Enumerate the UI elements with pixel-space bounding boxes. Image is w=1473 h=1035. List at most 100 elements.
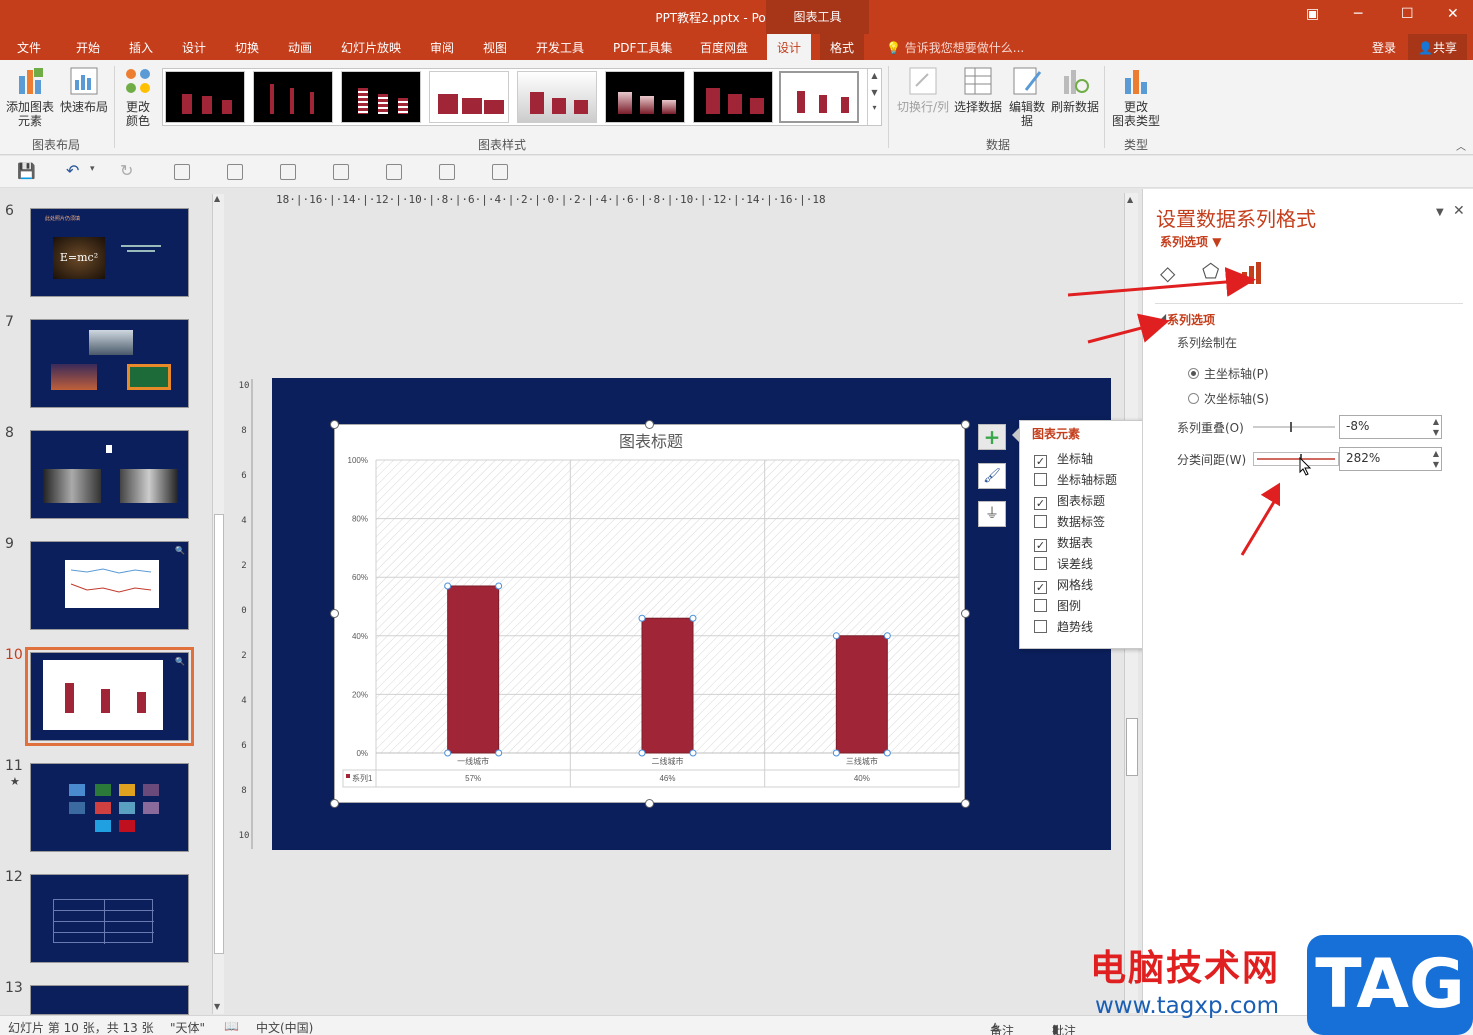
chart-style-7[interactable] [693,71,773,123]
chart-styles-brush-button[interactable]: 🖌 [978,463,1006,489]
pane-options-icon[interactable]: ▼ [1436,207,1444,218]
resize-handle[interactable] [961,420,970,429]
series-options-bar-icon[interactable] [1241,262,1263,284]
redo-icon[interactable]: ↻ [120,161,133,180]
share-button[interactable]: 👤共享 [1408,34,1467,60]
scroll-down-icon[interactable]: ▼ [214,1002,220,1011]
pane-close-icon[interactable]: ✕ [1453,203,1465,219]
checkbox-unchecked-icon[interactable] [1034,599,1047,612]
slide-thumbnail-12[interactable] [30,874,189,963]
checkbox-checked-icon[interactable]: ✓ [1034,497,1047,510]
refresh-data-button[interactable]: 刷新数据 [1049,66,1101,114]
language-status[interactable]: 中文(中国) [256,1019,313,1035]
checkbox-checked-icon[interactable]: ✓ [1034,581,1047,594]
slides-scrollbar[interactable]: ▲ ▼ [212,194,224,1014]
series-options-section-header[interactable]: 系列选项 [1167,311,1215,328]
chart-style-3[interactable] [341,71,421,123]
checkbox-unchecked-icon[interactable] [1034,620,1047,633]
tab-developer[interactable]: 开发工具 [536,39,584,56]
chart-element-option[interactable]: ✓ 图表标题 [1034,492,1105,510]
slide-thumbnail-7[interactable] [30,319,189,408]
spin-arrows-icon[interactable]: ▲ ▼ [1433,416,1439,438]
resize-handle[interactable] [330,799,339,808]
tab-chart-design[interactable]: 设计 [767,34,812,60]
tab-review[interactable]: 审阅 [430,39,454,56]
resize-handle[interactable] [961,609,970,618]
tab-transitions[interactable]: 切换 [235,39,259,56]
tab-pdf-tools[interactable]: PDF工具集 [613,39,672,56]
chart-element-option[interactable]: ✓ 网格线 [1034,576,1093,594]
chart-style-6[interactable] [605,71,685,123]
secondary-axis-radio[interactable]: 次坐标轴(S) [1188,390,1269,407]
slide-thumbnail-13[interactable] [30,985,189,1015]
collapse-ribbon-icon[interactable]: ︿ [1456,138,1466,153]
qat-link-icon[interactable] [492,164,508,180]
scroll-up-icon[interactable]: ▲ [214,194,220,203]
chart-style-2[interactable] [253,71,333,123]
tab-insert[interactable]: 插入 [129,39,153,56]
resize-handle[interactable] [645,420,654,429]
tab-design[interactable]: 设计 [182,39,206,56]
series-options-dropdown[interactable]: 系列选项 ▼ [1160,233,1221,250]
gap-width-slider[interactable] [1253,452,1339,466]
effects-pentagon-icon[interactable]: ⬠ [1202,259,1219,283]
chart-element-option[interactable]: 趋势线 [1034,618,1093,636]
slide-thumbnail-9[interactable]: 🔍 [30,541,189,630]
chart-style-5[interactable] [517,71,597,123]
slide-thumbnail-10[interactable]: 🔍 [25,647,194,746]
primary-axis-radio[interactable]: 主坐标轴(P) [1188,365,1269,382]
qat-present-icon[interactable] [280,164,296,180]
resize-handle[interactable] [330,609,339,618]
checkbox-checked-icon[interactable]: ✓ [1034,455,1047,468]
series-overlap-slider[interactable] [1253,420,1335,434]
tab-file[interactable]: 文件 [17,39,41,56]
chevron-up-icon[interactable]: ▲ [868,71,881,80]
quick-layout-button[interactable]: 快速布局 [58,66,110,114]
chart-elements-plus-button[interactable]: + [978,424,1006,450]
chart-title[interactable]: 图表标题 [619,433,683,451]
add-chart-element-button[interactable]: 添加图表 元素 [4,66,56,128]
undo-dropdown-icon[interactable]: ▾ [90,164,95,174]
spin-arrows-icon[interactable]: ▲ ▼ [1433,448,1439,470]
login-link[interactable]: 登录 [1372,39,1396,56]
tab-view[interactable]: 视图 [483,39,507,56]
gallery-scroll[interactable]: ▲ ▼ ▾ [867,69,881,125]
checkbox-unchecked-icon[interactable] [1034,515,1047,528]
chart-element-option[interactable]: 误差线 [1034,555,1093,573]
maximize-icon[interactable]: ☐ [1401,6,1414,22]
slide-thumbnail-6[interactable]: 此处照片仍须填 E=mc² [30,208,189,297]
select-data-button[interactable]: 选择数据 [953,66,1003,114]
change-chart-type-button[interactable]: 更改 图表类型 [1108,66,1164,128]
qat-text-icon[interactable] [227,164,243,180]
qat-preview-icon[interactable] [386,164,402,180]
chart-element-option[interactable]: 数据标签 [1034,513,1105,531]
switch-row-column-button[interactable]: 切换行/列 [895,66,951,114]
slide-thumbnail-8[interactable] [30,430,189,519]
ribbon-display-icon[interactable]: ▣ [1306,6,1319,22]
chart-object[interactable]: 图表标题 0% 20% 40% 60% 80% 100% 一线城市 57% 二线城市 46% 三线城… [334,424,965,803]
tab-animations[interactable]: 动画 [288,39,312,56]
checkbox-unchecked-icon[interactable] [1034,557,1047,570]
slides-scroll-thumb[interactable] [214,514,224,954]
gallery-more-icon[interactable]: ▾ [868,103,881,112]
edit-data-button[interactable]: 编辑数 据 [1007,66,1047,128]
chevron-down-icon[interactable]: ▼ [868,88,881,97]
chart-element-option[interactable]: ✓ 数据表 [1034,534,1093,552]
qat-screen-icon[interactable] [333,164,349,180]
change-colors-button[interactable]: 更改 颜色 [118,66,158,128]
chart-element-option[interactable]: ✓ 坐标轴 [1034,450,1093,468]
spellcheck-icon[interactable]: 📖 [224,1019,239,1033]
tab-home[interactable]: 开始 [76,39,100,56]
resize-handle[interactable] [961,799,970,808]
fill-line-icon[interactable]: ◇ [1160,261,1175,285]
tab-chart-format[interactable]: 格式 [820,34,865,60]
chart-element-option[interactable]: 图例 [1034,597,1081,615]
resize-handle[interactable] [330,420,339,429]
collapse-triangle-icon[interactable]: ◢ [1160,312,1166,321]
checkbox-unchecked-icon[interactable] [1034,473,1047,486]
qat-check-icon[interactable] [439,164,455,180]
minimize-icon[interactable]: ─ [1354,6,1362,22]
current-slide[interactable]: 图表标题 0% 20% 40% 60% 80% 100% 一线城市 57% 二线城市 46% 三线城… [272,378,1111,850]
tab-baidu-netdisk[interactable]: 百度网盘 [700,39,748,56]
tab-slideshow[interactable]: 幻灯片放映 [341,39,401,56]
